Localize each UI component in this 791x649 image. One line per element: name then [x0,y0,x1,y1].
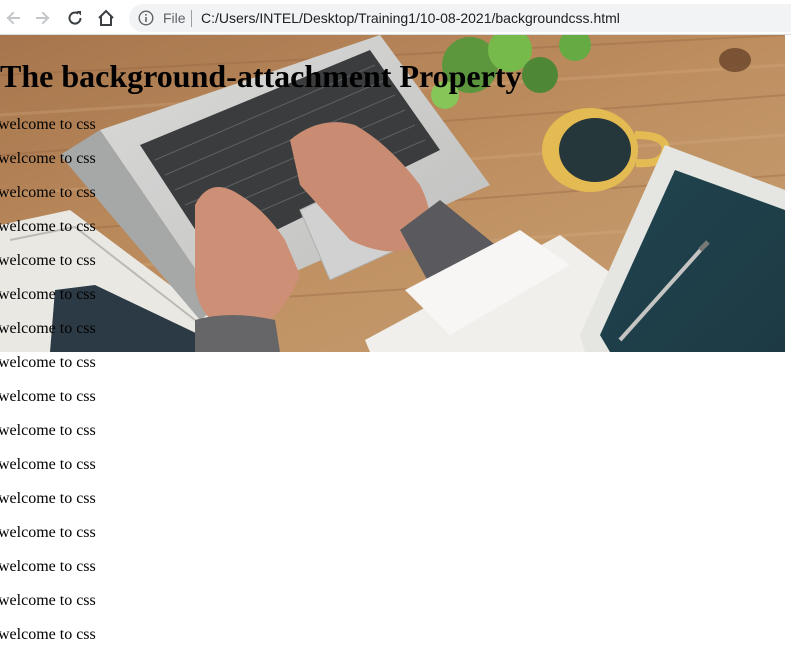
text-line: welcome to css [0,116,96,133]
url-text[interactable]: C:/Users/INTEL/Desktop/Training1/10-08-2… [201,10,620,26]
text-line: welcome to css [0,354,96,371]
text-line: welcome to css [0,218,96,235]
page-viewport: The background-attachment Property welco… [0,35,791,649]
reload-button[interactable] [62,5,88,31]
text-line: welcome to css [0,320,96,337]
arrow-left-icon [6,11,20,25]
arrow-right-icon [36,11,50,25]
text-line: welcome to css [0,490,96,507]
back-button[interactable] [0,5,26,31]
text-line: welcome to css [0,388,96,405]
browser-toolbar: File C:/Users/INTEL/Desktop/Training1/10… [0,0,791,35]
text-line: welcome to css [0,592,96,609]
text-line: welcome to css [0,456,96,473]
file-scheme-label: File [163,10,186,26]
page-heading: The background-attachment Property [0,58,522,94]
text-line: welcome to css [0,150,96,167]
text-line: welcome to css [0,626,96,643]
address-bar[interactable]: File C:/Users/INTEL/Desktop/Training1/10… [129,4,791,32]
info-icon[interactable] [138,10,154,26]
text-line: welcome to css [0,524,96,541]
text-line: welcome to css [0,558,96,575]
forward-button[interactable] [30,5,56,31]
reload-icon [68,11,82,25]
text-line: welcome to css [0,422,96,439]
text-line: welcome to css [0,286,96,303]
home-icon [98,9,114,26]
text-line: welcome to css [0,184,96,201]
text-line: welcome to css [0,252,96,269]
home-button[interactable] [93,5,119,31]
omnibox-divider [191,10,192,27]
